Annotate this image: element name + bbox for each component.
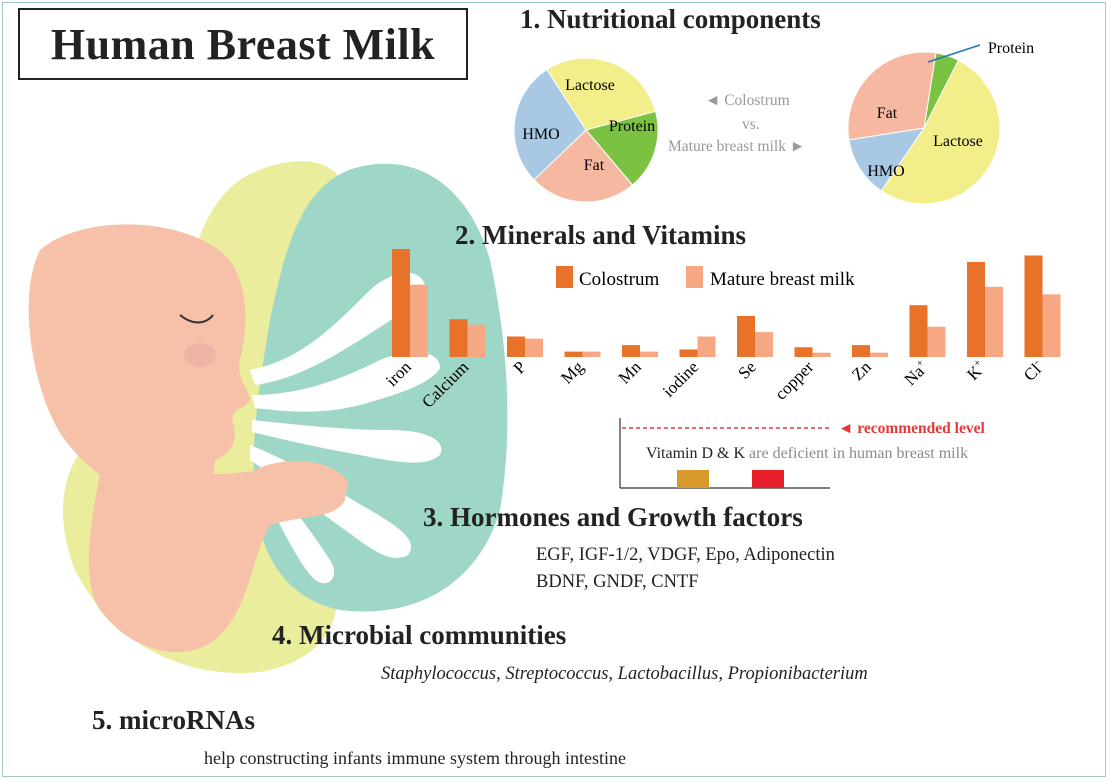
- bar-calcium-colostrum: [449, 319, 468, 357]
- tick-label-zn: Zn: [848, 357, 875, 384]
- section-heading-microbial: 4. Microbial communities: [272, 620, 567, 650]
- bar-copper-mature: [812, 352, 831, 357]
- pie-colostrum-label-protein: Protein: [609, 118, 655, 135]
- pie-mature-label-fat: Fat: [877, 105, 898, 122]
- section-heading-micrornas: 5. microRNAs: [92, 705, 255, 735]
- bar-p-mature: [525, 338, 543, 357]
- tick-label-cl: Cl-: [1019, 356, 1047, 384]
- vitamin-text: Vitamin D & K are deficient in human bre…: [646, 445, 968, 462]
- title-box: Human Breast Milk: [18, 8, 468, 80]
- bar-zn-mature: [870, 352, 888, 357]
- pie-colostrum-label-hmo: HMO: [522, 126, 559, 143]
- bar-na-mature: [927, 326, 946, 357]
- bar-calcium-mature: [467, 324, 486, 357]
- bar-mg-mature: [582, 351, 601, 357]
- tick-label-na: Na+: [900, 357, 933, 390]
- tick-label-iodine: iodine: [659, 357, 702, 400]
- vitamin-d-bar: [677, 470, 709, 488]
- section-heading-hormones: 3. Hormones and Growth factors: [423, 502, 803, 532]
- tick-label-mg: Mg: [557, 357, 587, 387]
- pie-mature-label-lactose: Lactose: [933, 133, 983, 150]
- bar-iron-mature: [410, 284, 428, 357]
- pie-mature-label-protein: Protein: [988, 40, 1034, 57]
- tick-label-p: P: [510, 357, 530, 377]
- bar-se-colostrum: [737, 315, 755, 357]
- bar-k-mature: [985, 286, 1003, 357]
- bar-iodine-colostrum: [679, 349, 698, 357]
- pie-colostrum-label-lactose: Lactose: [565, 77, 615, 94]
- pie-mature-label-hmo: HMO: [867, 163, 904, 180]
- tick-label-se: Se: [734, 357, 759, 382]
- section-heading-minerals: 2. Minerals and Vitamins: [455, 220, 747, 250]
- pie-mature-slice-fat: [847, 51, 937, 141]
- pie-colostrum-label-fat: Fat: [584, 157, 605, 174]
- mature-compare-label: Mature breast milk ►: [668, 138, 805, 155]
- legend-mature: Mature breast milk: [710, 269, 855, 290]
- bar-k-colostrum: [967, 261, 985, 357]
- bar-p-colostrum: [507, 336, 525, 357]
- legend-colostrum: Colostrum: [579, 269, 659, 290]
- bar-iodine-mature: [697, 336, 716, 357]
- bar-mg-colostrum: [564, 351, 583, 357]
- baby-cheek: [184, 343, 216, 367]
- bar-na-colostrum: [909, 305, 928, 357]
- page-title: Human Breast Milk: [50, 19, 436, 69]
- bar-mn-mature: [640, 351, 658, 357]
- vs-label: vs.: [742, 116, 760, 133]
- recommended-label: ◄ recommended level: [838, 420, 985, 437]
- bar-se-mature: [755, 332, 773, 357]
- bar-zn-colostrum: [852, 345, 870, 357]
- tick-label-copper: copper: [771, 357, 817, 403]
- legend-swatch-colostrum: [556, 266, 573, 288]
- pie-mature: Protein Lactose HMO Fat: [847, 40, 1034, 205]
- bar-copper-colostrum: [794, 347, 813, 357]
- tick-label-mn: Mn: [615, 357, 645, 387]
- pie-colostrum: Lactose Protein Fat HMO: [513, 57, 659, 203]
- tick-label-k: K+: [963, 357, 990, 384]
- section-heading-nutritional: 1. Nutritional components: [520, 4, 821, 34]
- micrornas-description: help constructing infants immune system …: [204, 748, 626, 768]
- bar-mn-colostrum: [622, 345, 640, 357]
- vitamin-k-bar: [752, 470, 784, 488]
- bar-iron-colostrum: [392, 249, 410, 357]
- baby-head: [28, 224, 250, 501]
- hormones-line-1: EGF, IGF-1/2, VDGF, Epo, Adiponectin: [536, 545, 835, 565]
- colostrum-compare-label: ◄ Colostrum: [705, 92, 790, 109]
- hormones-line-2: BDNF, GNDF, CNTF: [536, 572, 699, 592]
- microbial-species: Staphylococcus, Streptococcus, Lactobaci…: [381, 664, 868, 684]
- legend-swatch-mature: [686, 266, 703, 288]
- bar-cl-colostrum: [1024, 255, 1043, 357]
- bar-cl-mature: [1042, 294, 1061, 357]
